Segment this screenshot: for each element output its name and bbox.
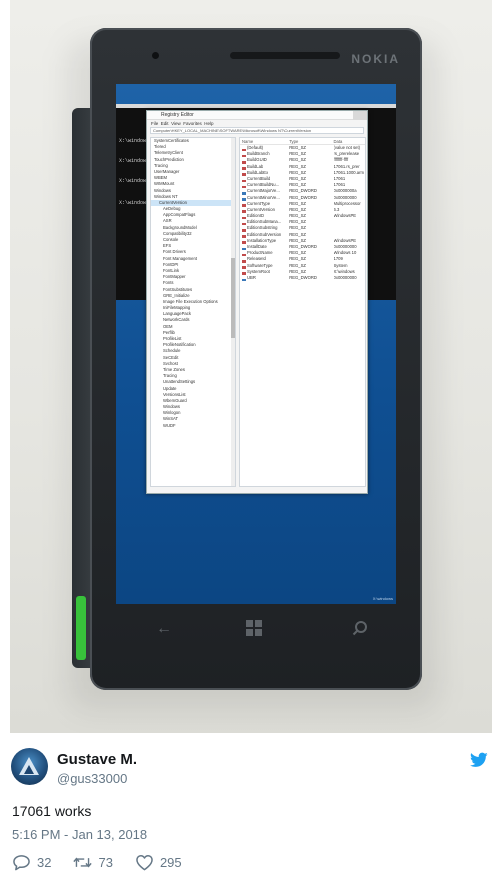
retweet-icon xyxy=(73,857,93,867)
value-name-cell: UBR xyxy=(240,274,289,282)
menu-view: View xyxy=(171,121,181,126)
value-data: 0x00000000 xyxy=(333,274,357,280)
retweet-count: 73 xyxy=(98,854,113,870)
reply-count: 32 xyxy=(37,854,52,870)
menu-help: Help xyxy=(204,121,214,126)
regedit-address-bar: Computer\HKEY_LOCAL_MACHINE\SOFTWARE\Mic… xyxy=(150,127,364,134)
registry-editor-window: Registry Editor File Edit View Favorites… xyxy=(146,110,368,494)
like-action[interactable]: 295 xyxy=(135,854,182,871)
back-arrow-icon: ← xyxy=(156,620,172,637)
front-camera xyxy=(152,52,159,59)
regedit-key-tree: SystemCertificates Tiered TelemetryClient T… xyxy=(150,137,236,487)
regedit-value-list: Name Type Data (Default) REG_SZ (value not… xyxy=(239,137,366,487)
menu-file: File xyxy=(151,121,159,126)
search-icon xyxy=(352,620,368,641)
author-name[interactable]: Gustave M. xyxy=(57,751,137,768)
header-type: Type xyxy=(289,139,299,144)
value-list-header: Name Type Data xyxy=(240,138,365,145)
value-type: REG_DWORD xyxy=(289,274,317,280)
tweet-text: 17061 works xyxy=(12,803,92,819)
like-count: 295 xyxy=(159,854,182,870)
phone-nav-bar: ← xyxy=(116,612,396,652)
earpiece-speaker xyxy=(230,52,340,59)
reply-action[interactable]: 32 xyxy=(12,854,51,871)
tweet-timestamp[interactable]: 5:16 PM - Jan 13, 2018 xyxy=(12,827,147,842)
tree-scroll-thumb xyxy=(231,258,235,338)
regedit-title: Registry Editor xyxy=(161,112,194,118)
phone-case-green-edge xyxy=(76,596,86,660)
heart-icon xyxy=(136,854,153,870)
screen-watermark: X:\windows xyxy=(372,596,393,601)
header-name: Name xyxy=(242,139,254,144)
tweet-actions: 32 73 295 xyxy=(12,853,204,871)
windows-logo-icon xyxy=(246,620,262,641)
avatar[interactable] xyxy=(11,748,48,785)
tweet-photo[interactable]: NOKIA X:\windows> X:\windows>regedit X:\… xyxy=(10,0,492,733)
retweet-action[interactable]: 73 xyxy=(73,854,113,871)
menu-favorites: Favorites xyxy=(183,121,202,126)
registry-value-row: UBR REG_DWORD 0x00000000 xyxy=(240,274,365,282)
value-name: UBR xyxy=(247,274,256,280)
registry-key-item: WUDF xyxy=(163,422,176,428)
tree-scrollbar xyxy=(231,138,235,486)
phone-brand-logo: NOKIA xyxy=(351,52,400,66)
header-data: Data xyxy=(333,139,343,144)
author-handle[interactable]: @gus33000 xyxy=(57,771,127,786)
regedit-title-bar: Registry Editor xyxy=(147,111,367,120)
phone-screen: X:\windows> X:\windows>regedit X:\window… xyxy=(116,84,396,604)
phone-body: NOKIA X:\windows> X:\windows>regedit X:\… xyxy=(90,28,422,690)
regedit-menu-bar: File Edit View Favorites Help xyxy=(147,120,367,127)
reply-icon xyxy=(13,854,30,870)
twitter-bird-icon[interactable] xyxy=(470,752,488,768)
menu-edit: Edit xyxy=(160,121,169,126)
regedit-close-button xyxy=(353,111,367,120)
avatar-logo-inner xyxy=(24,765,34,774)
binary-value-icon xyxy=(242,278,246,282)
